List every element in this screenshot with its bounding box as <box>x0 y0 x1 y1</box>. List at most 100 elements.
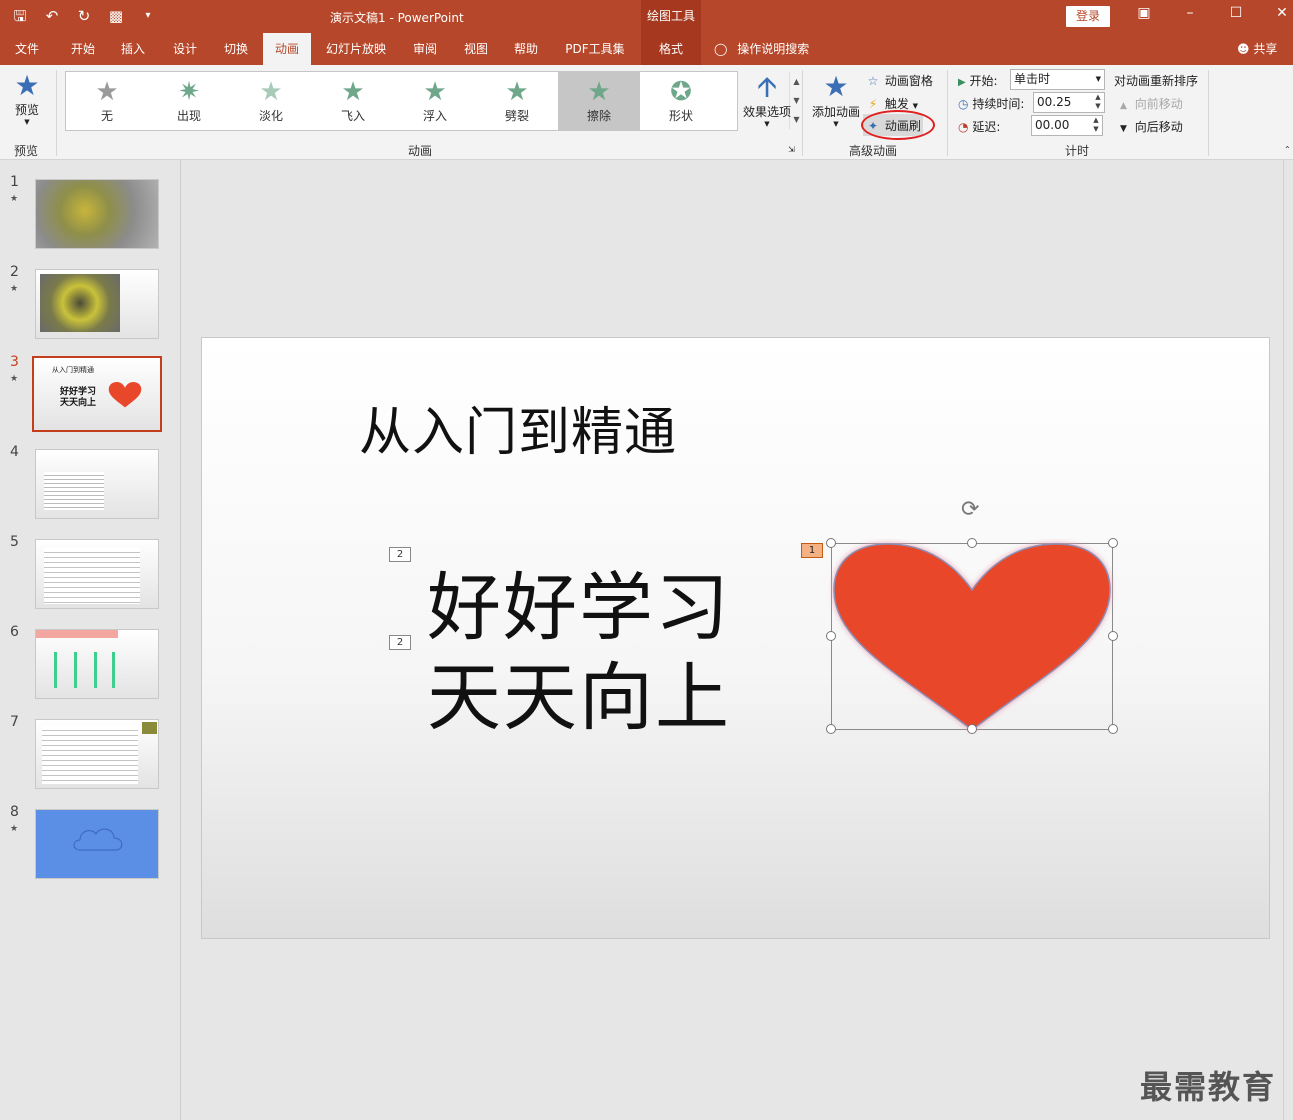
resize-handle[interactable] <box>967 724 977 734</box>
slide-thumbnail-2[interactable] <box>35 269 159 339</box>
resize-handle[interactable] <box>1108 724 1118 734</box>
save-icon[interactable]: 🖫 <box>10 6 30 26</box>
resize-handle[interactable] <box>967 538 977 548</box>
close-icon[interactable]: ✕ <box>1272 5 1292 21</box>
tab-pdf-tools[interactable]: PDF工具集 <box>558 33 632 65</box>
tab-home[interactable]: 开始 <box>60 33 106 65</box>
animation-wipe[interactable]: ★ 擦除 <box>558 72 640 130</box>
tell-me-label: 操作说明搜索 <box>737 42 810 56</box>
minimize-icon[interactable]: – <box>1180 5 1200 21</box>
animation-none[interactable]: ★ 无 <box>66 72 148 130</box>
start-select[interactable]: 单击时 ▼ <box>1010 69 1105 90</box>
tab-design[interactable]: 设计 <box>164 33 206 65</box>
animation-fly-in-label: 飞入 <box>340 109 365 123</box>
tab-file[interactable]: 文件 <box>6 33 48 65</box>
resize-handle[interactable] <box>1108 631 1118 641</box>
present-icon[interactable]: ▩ <box>106 6 126 26</box>
start-label: ▶ 开始: <box>958 72 998 89</box>
dropdown-arrow-icon: ▼ <box>833 120 839 128</box>
star-fade-icon: ★ <box>259 77 283 107</box>
body-text-line-2[interactable]: 天天向上 <box>427 638 731 745</box>
login-button[interactable]: 登录 <box>1066 6 1110 27</box>
delay-spinner-icon[interactable]: ▲ ▼ <box>1090 116 1102 135</box>
customize-qat-icon[interactable]: ▾ <box>138 6 158 26</box>
slide-thumbnail-6[interactable] <box>35 629 159 699</box>
thumb-title: 从入门到精通 <box>52 366 94 374</box>
duration-spinner-icon[interactable]: ▲ ▼ <box>1092 93 1104 112</box>
tab-transitions[interactable]: 切换 <box>215 33 257 65</box>
duration-label: ◷ 持续时间: <box>958 95 1024 112</box>
redo-icon[interactable]: ↻ <box>74 6 94 26</box>
thumb-bar <box>74 652 77 688</box>
triangle-down-icon: ▼ <box>1120 124 1127 134</box>
resize-handle[interactable] <box>826 538 836 548</box>
resize-handle[interactable] <box>1108 538 1118 548</box>
group-divider <box>56 70 57 156</box>
undo-icon[interactable]: ↶ <box>42 6 62 26</box>
animation-order-tag[interactable]: 2 <box>389 547 411 562</box>
start-label-text: 开始: <box>969 74 998 88</box>
animation-fly-in[interactable]: ★ 飞入 <box>312 72 394 130</box>
play-icon: ▶ <box>958 77 966 88</box>
animation-float-in[interactable]: ★ 浮入 <box>394 72 476 130</box>
maximize-icon[interactable]: ☐ <box>1226 5 1246 21</box>
animations-group-label: 动画 <box>408 144 433 158</box>
share-button[interactable]: ☻ 共享 <box>1237 33 1277 65</box>
move-later-button[interactable]: ▼ 向后移动 <box>1120 118 1183 135</box>
heart-shape[interactable] <box>826 538 1118 735</box>
star-wipe-icon: ★ <box>587 77 611 107</box>
tell-me-search[interactable]: ◯ 操作说明搜索 <box>714 33 824 65</box>
tab-slideshow[interactable]: 幻灯片放映 <box>318 33 394 65</box>
effect-options-button[interactable]: 🡩 效果选项 ▼ <box>742 71 792 129</box>
slide-thumbnail-3[interactable]: 从入门到精通 好好学习 天天向上 <box>32 356 162 432</box>
slide-thumbnail-4[interactable] <box>35 449 159 519</box>
move-earlier-label: 向前移动 <box>1134 97 1183 111</box>
star-split-icon: ★ <box>505 77 529 107</box>
add-animation-label: 添加动画 <box>811 105 860 119</box>
duration-input[interactable]: 00.25 ▲ ▼ <box>1033 92 1105 113</box>
rotate-handle-icon[interactable]: ⟳ <box>961 497 979 522</box>
collapse-ribbon-icon[interactable]: ⌃ <box>1284 145 1291 154</box>
quick-access-toolbar: 🖫 ↶ ↻ ▩ ▾ <box>10 6 158 26</box>
trigger-label: 触发 <box>884 97 909 111</box>
preview-button[interactable]: ★ 预览 ▼ <box>10 71 44 127</box>
animation-appear-label: 出现 <box>176 109 201 123</box>
duration-value: 00.25 <box>1037 95 1072 109</box>
tab-insert[interactable]: 插入 <box>112 33 154 65</box>
animation-split[interactable]: ★ 劈裂 <box>476 72 558 130</box>
dropdown-arrow-icon: ▼ <box>912 102 919 110</box>
tab-animations[interactable]: 动画 <box>263 33 311 65</box>
vertical-scrollbar[interactable] <box>1283 160 1293 1120</box>
animation-pane-button[interactable]: ☆ 动画窗格 <box>865 72 933 89</box>
move-earlier-button[interactable]: ▲ 向前移动 <box>1120 95 1183 112</box>
slide-thumbnail-8[interactable] <box>35 809 159 879</box>
slide-thumbnail-1[interactable] <box>35 179 159 249</box>
tab-view[interactable]: 视图 <box>455 33 497 65</box>
timing-group-label: 计时 <box>1065 144 1090 158</box>
animation-gallery: ★ 无 ✷ 出现 ★ 淡化 ★ 飞入 ★ 浮入 ★ 劈裂 ★ 擦除 ✪ 形状 ▲… <box>65 71 800 131</box>
animation-shape[interactable]: ✪ 形状 <box>640 72 722 130</box>
slide-title[interactable]: 从入门到精通 <box>359 390 677 465</box>
slide-thumbnail-7[interactable] <box>35 719 159 789</box>
star-burst-icon: ✷ <box>178 77 200 107</box>
dropdown-arrow-icon: ▼ <box>24 118 30 126</box>
delay-input[interactable]: 00.00 ▲ ▼ <box>1031 115 1103 136</box>
add-animation-button[interactable]: ★ 添加动画 ▼ <box>810 71 862 129</box>
effect-options-label: 效果选项 <box>742 105 791 119</box>
tab-review[interactable]: 审阅 <box>404 33 446 65</box>
resize-handle[interactable] <box>826 724 836 734</box>
thumb-text-lines <box>44 472 104 510</box>
title-bar: 🖫 ↶ ↻ ▩ ▾ 演示文稿1 - PowerPoint 绘图工具 登录 ▣ –… <box>0 0 1293 33</box>
animation-star-icon: ★ <box>10 374 19 384</box>
tab-format[interactable]: 格式 <box>641 33 701 65</box>
dialog-launcher-icon[interactable]: ⇲ <box>788 145 795 154</box>
slide-thumbnail-5[interactable] <box>35 539 159 609</box>
animation-fade[interactable]: ★ 淡化 <box>230 72 312 130</box>
animation-order-tag-selected[interactable]: 1 <box>801 543 823 558</box>
animation-order-tag[interactable]: 2 <box>389 635 411 650</box>
resize-handle[interactable] <box>826 631 836 641</box>
ribbon-display-icon[interactable]: ▣ <box>1134 5 1154 21</box>
animation-appear[interactable]: ✷ 出现 <box>148 72 230 130</box>
tab-help[interactable]: 帮助 <box>505 33 547 65</box>
slide-canvas[interactable]: 从入门到精通 2 2 好好学习 天天向上 1 ⟳ <box>201 337 1270 939</box>
